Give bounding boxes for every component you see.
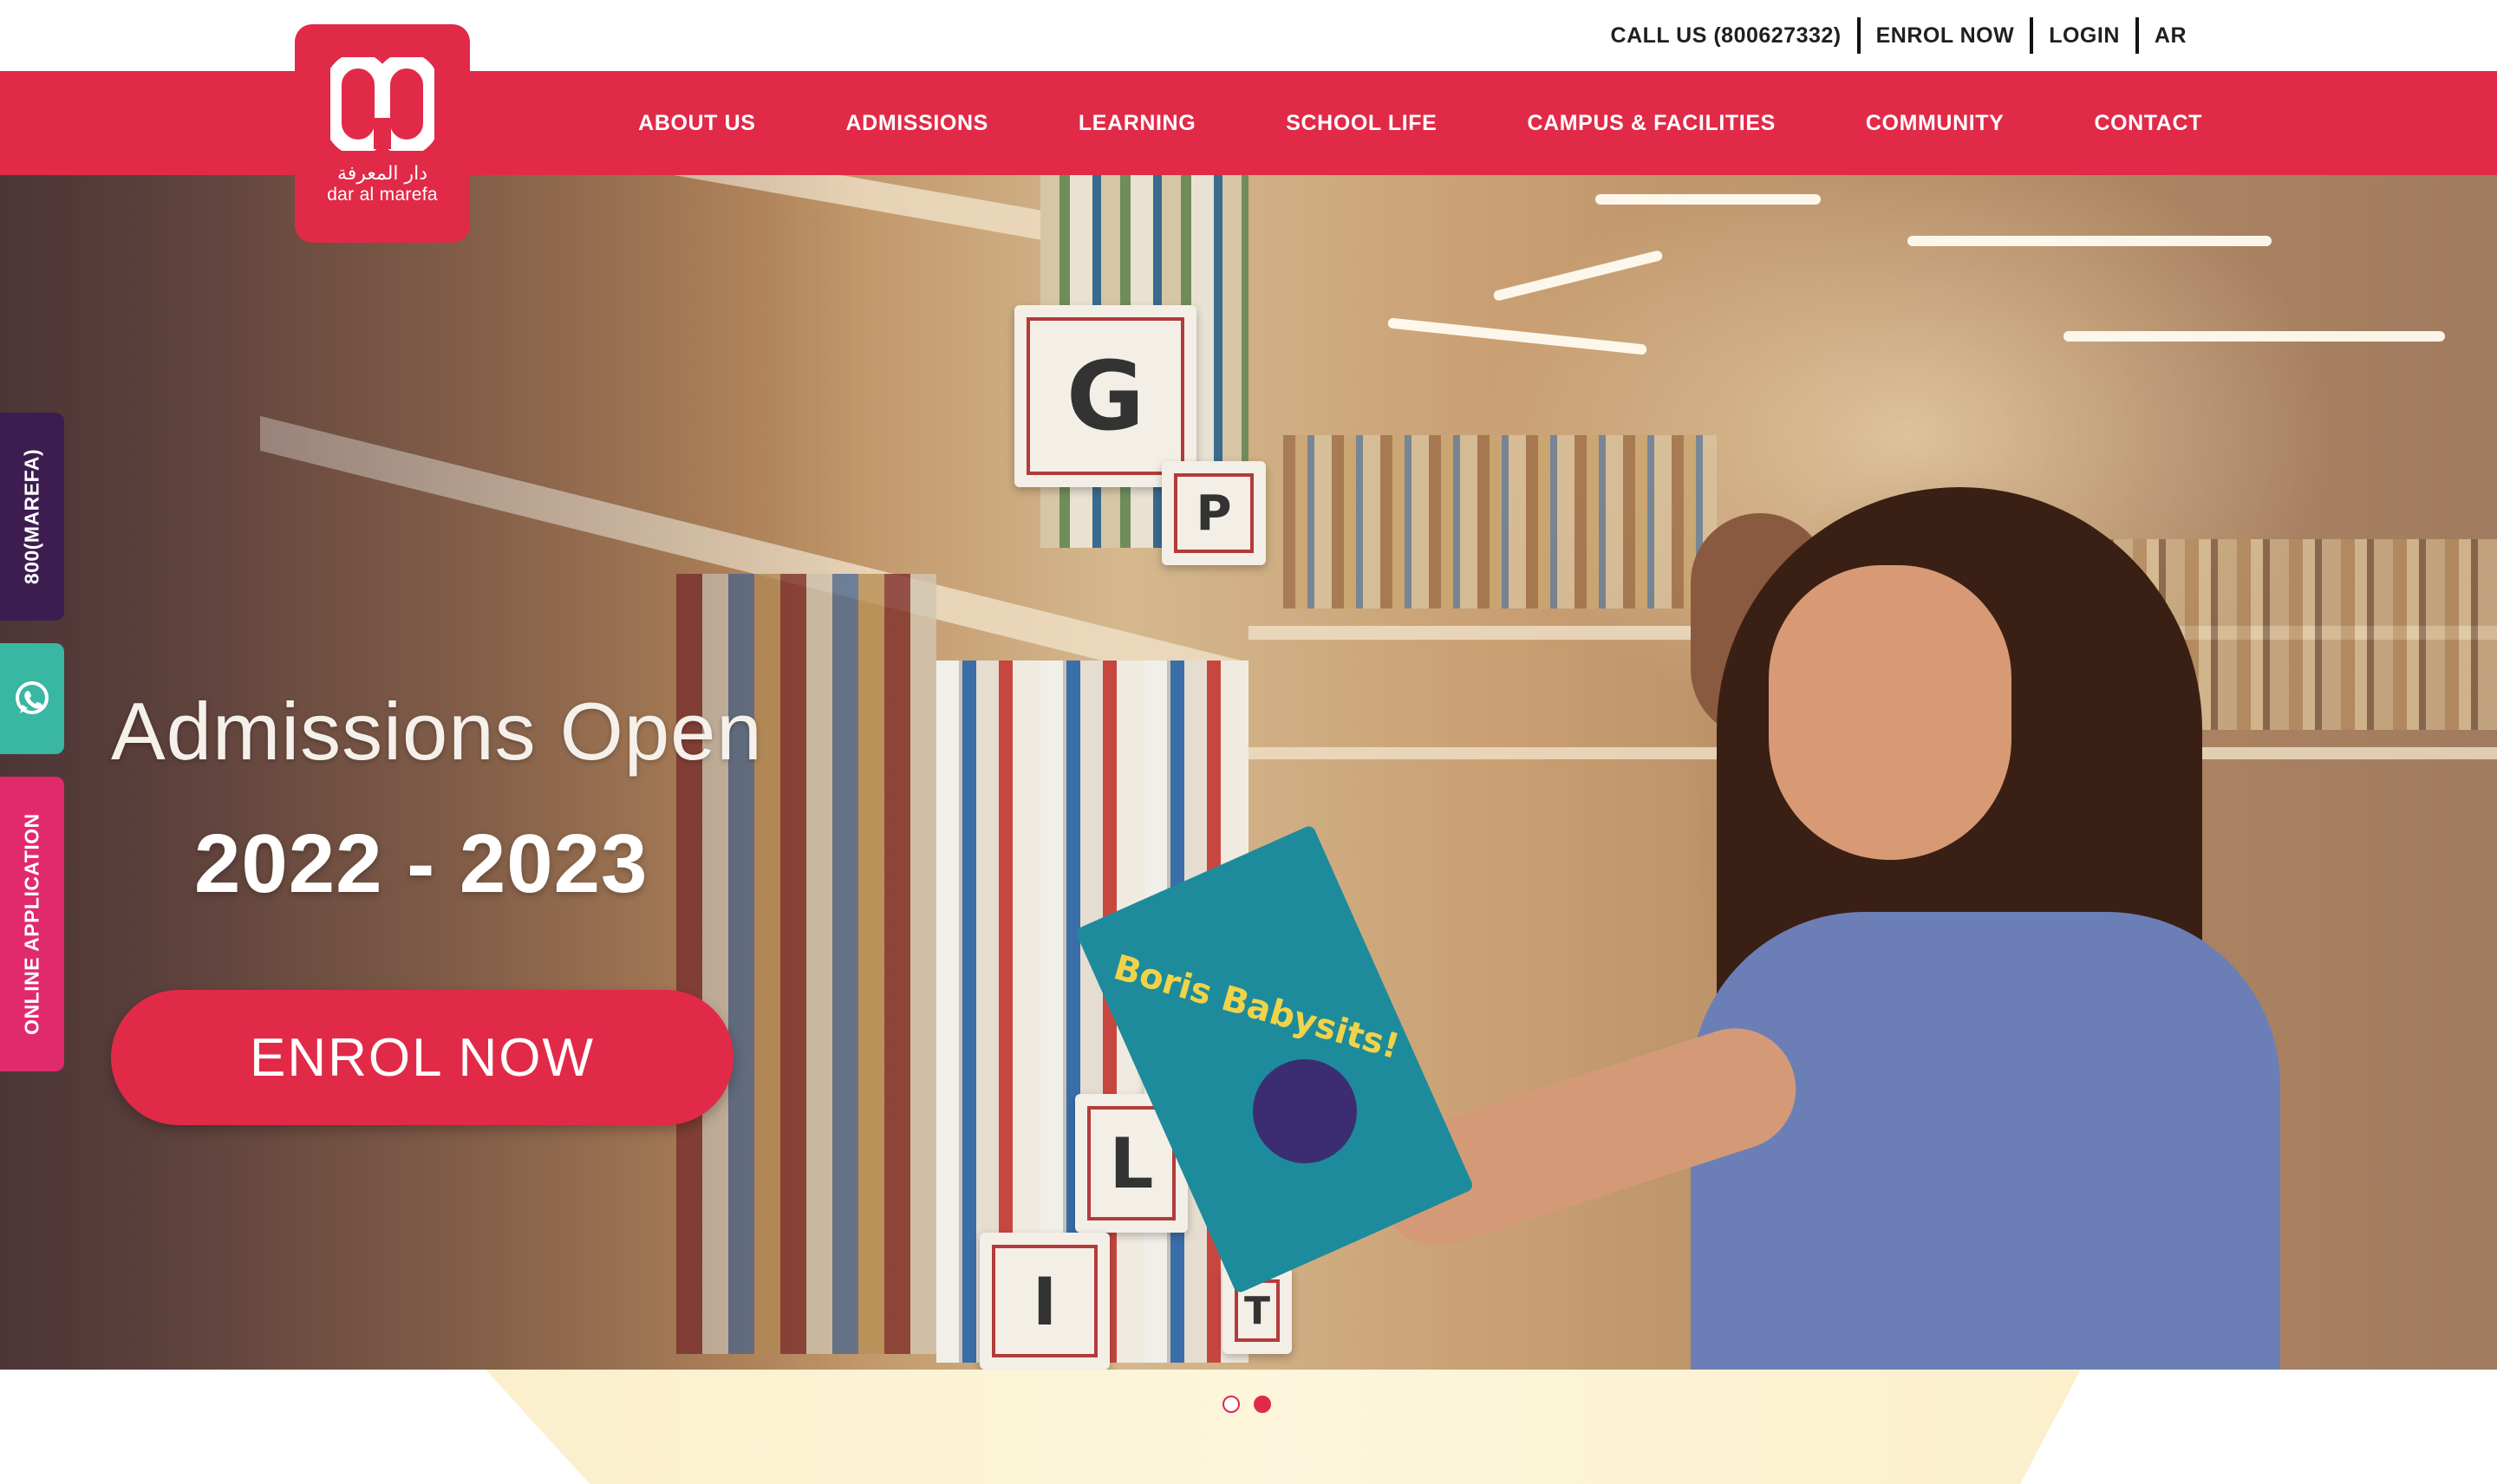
logo-mark-icon	[330, 57, 434, 151]
nav-about-us[interactable]: ABOUT US	[638, 111, 755, 136]
letter-block: P	[1162, 461, 1266, 565]
call-us-link[interactable]: CALL US (800627332)	[1595, 23, 1857, 49]
ceiling-light	[1595, 194, 1821, 205]
hero-slider: G P M L I T Boris Babysits! Admissions O…	[0, 175, 2497, 1370]
ceiling-light	[1492, 249, 1664, 303]
nav-school-life[interactable]: SCHOOL LIFE	[1286, 111, 1437, 136]
nav-community[interactable]: COMMUNITY	[1866, 111, 2005, 136]
hero-headline: Admissions Open	[111, 686, 763, 777]
book-stack	[1283, 435, 1717, 609]
phone-side-tab[interactable]: 800(MAREFA)	[0, 413, 64, 621]
language-toggle[interactable]: AR	[2139, 23, 2202, 49]
whatsapp-side-tab[interactable]	[0, 643, 64, 754]
whatsapp-icon	[16, 681, 49, 714]
apply-tab-label: ONLINE APPLICATION	[20, 813, 43, 1035]
child-girl-shirt	[1691, 912, 2280, 1370]
slider-dot-2[interactable]	[1254, 1396, 1271, 1413]
ceiling-light	[1387, 317, 1647, 355]
site-logo[interactable]: دار المعرفة dar al marefa	[295, 24, 470, 243]
ceiling-light	[1907, 236, 2272, 246]
book-character	[1253, 1059, 1357, 1163]
hero-enrol-button[interactable]: ENROL NOW	[111, 990, 733, 1125]
ceiling-light	[2063, 331, 2445, 342]
slider-dot-1[interactable]	[1222, 1396, 1240, 1413]
hero-years: 2022 - 2023	[194, 817, 649, 910]
book-title: Boris Babysits!	[1109, 947, 1405, 1068]
nav-campus-facilities[interactable]: CAMPUS & FACILITIES	[1527, 111, 1775, 136]
nav-learning[interactable]: LEARNING	[1079, 111, 1196, 136]
nav-admissions[interactable]: ADMISSIONS	[846, 111, 988, 136]
utility-links: CALL US (800627332) ENROL NOW LOGIN AR	[1595, 17, 2202, 54]
online-application-side-tab[interactable]: ONLINE APPLICATION	[0, 777, 64, 1071]
letter-block: G	[1014, 305, 1196, 487]
slider-pagination	[1222, 1396, 1271, 1413]
letter-block: I	[980, 1233, 1110, 1370]
enrol-now-link[interactable]: ENROL NOW	[1861, 23, 2031, 49]
phone-tab-label: 800(MAREFA)	[20, 448, 43, 585]
decorative-hexagon	[486, 1370, 2081, 1484]
logo-english-text: dar al marefa	[327, 185, 438, 205]
login-link[interactable]: LOGIN	[2033, 23, 2135, 49]
child-girl-face	[1769, 565, 2011, 860]
main-nav: ABOUT US ADMISSIONS LEARNING SCHOOL LIFE…	[638, 71, 2202, 175]
logo-arabic-text: دار المعرفة	[336, 163, 428, 185]
nav-contact[interactable]: CONTACT	[2094, 111, 2202, 136]
